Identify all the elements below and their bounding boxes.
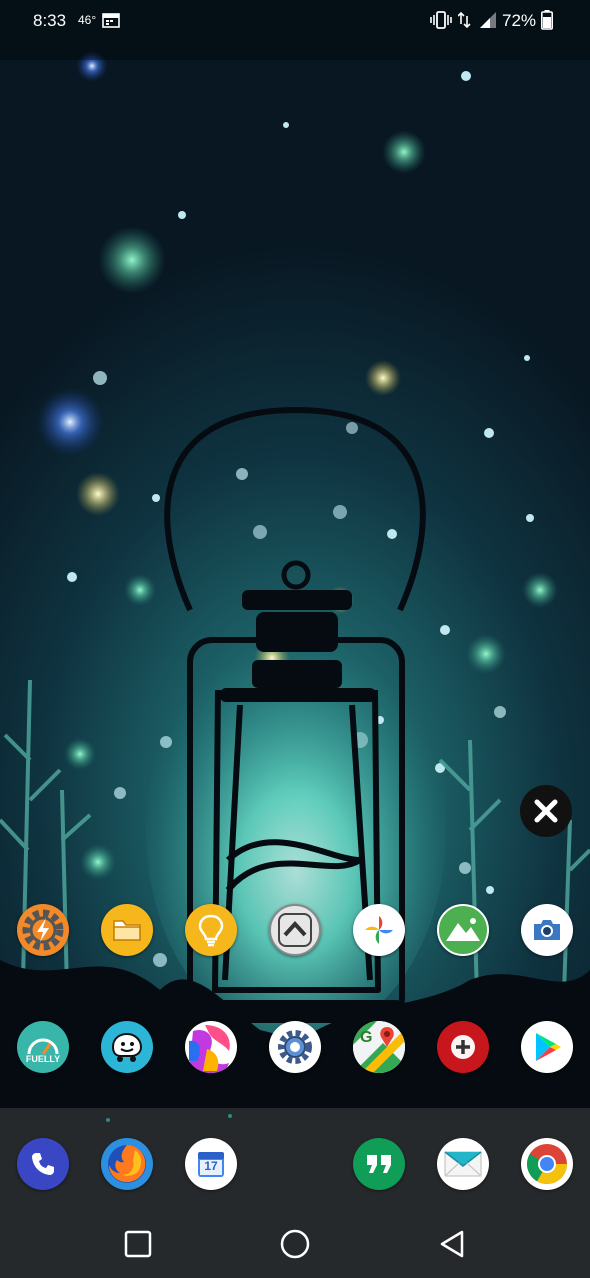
chevron-up-icon [278, 913, 312, 947]
app-firefox[interactable] [101, 1138, 153, 1190]
chrome-icon [527, 1144, 567, 1184]
battery-percent: 72% [502, 11, 537, 30]
app-photos[interactable] [353, 904, 405, 956]
app-ideas[interactable] [185, 904, 237, 956]
abstract-art-icon [189, 1025, 230, 1073]
waze-icon [111, 1032, 143, 1062]
dock: 17 [0, 1108, 590, 1210]
lightbulb-icon [198, 914, 224, 947]
circle-icon [280, 1229, 310, 1259]
vibrate-icon [430, 10, 452, 35]
signal-icon [457, 10, 498, 35]
phone-icon [32, 1153, 54, 1175]
app-chrome[interactable] [521, 1138, 573, 1190]
home-row-2: FUELLY G [0, 1021, 590, 1075]
back-triangle-icon [440, 1230, 464, 1258]
app-phone[interactable] [17, 1138, 69, 1190]
app-camera[interactable] [521, 904, 573, 956]
quote-icon [367, 1155, 391, 1173]
fuelly-label: FUELLY [25, 1054, 61, 1064]
app-fuelly[interactable]: FUELLY [17, 1021, 69, 1073]
back-button[interactable] [432, 1224, 472, 1264]
app-wallpapers[interactable] [185, 1021, 237, 1073]
app-launcher[interactable] [269, 904, 321, 956]
status-bar: 8:33 46° 72% [0, 0, 590, 40]
navigation-bar [0, 1210, 590, 1278]
page-indicator-dot [106, 1118, 110, 1122]
calendar-status-icon [102, 12, 120, 33]
home-button[interactable] [275, 1224, 315, 1264]
firefox-icon [108, 1145, 146, 1183]
app-tasker[interactable] [17, 904, 69, 956]
envelope-icon [444, 1151, 482, 1177]
maps-g-label: G [360, 1029, 373, 1046]
camera-icon [534, 920, 560, 940]
app-waze[interactable] [101, 1021, 153, 1073]
page-indicator-dot [228, 1114, 232, 1118]
recents-button[interactable] [118, 1224, 158, 1264]
close-button[interactable] [520, 785, 572, 837]
app-calendar[interactable]: 17 [185, 1138, 237, 1190]
app-plus[interactable] [437, 1021, 489, 1073]
folder-icon [113, 920, 141, 941]
app-settings[interactable] [269, 1021, 321, 1073]
play-store-icon [536, 1033, 561, 1061]
status-temperature: 46° [78, 13, 97, 27]
square-icon [124, 1230, 152, 1258]
pinwheel-icon [365, 916, 393, 944]
home-row-1 [0, 904, 590, 958]
app-play-store[interactable] [521, 1021, 573, 1073]
gear-bolt-icon [22, 909, 64, 951]
calendar-date: 17 [204, 1159, 218, 1173]
plus-icon [451, 1035, 475, 1059]
status-time: 8:33 [33, 11, 67, 30]
app-files[interactable] [101, 904, 153, 956]
app-email[interactable] [437, 1138, 489, 1190]
mountain-icon [446, 918, 480, 941]
settings-gear-icon [278, 1030, 312, 1064]
battery-icon [541, 10, 553, 35]
app-maps[interactable]: G [353, 1021, 405, 1073]
app-hangouts[interactable] [353, 1138, 405, 1190]
close-icon [534, 799, 558, 823]
app-gallery[interactable] [437, 904, 489, 956]
